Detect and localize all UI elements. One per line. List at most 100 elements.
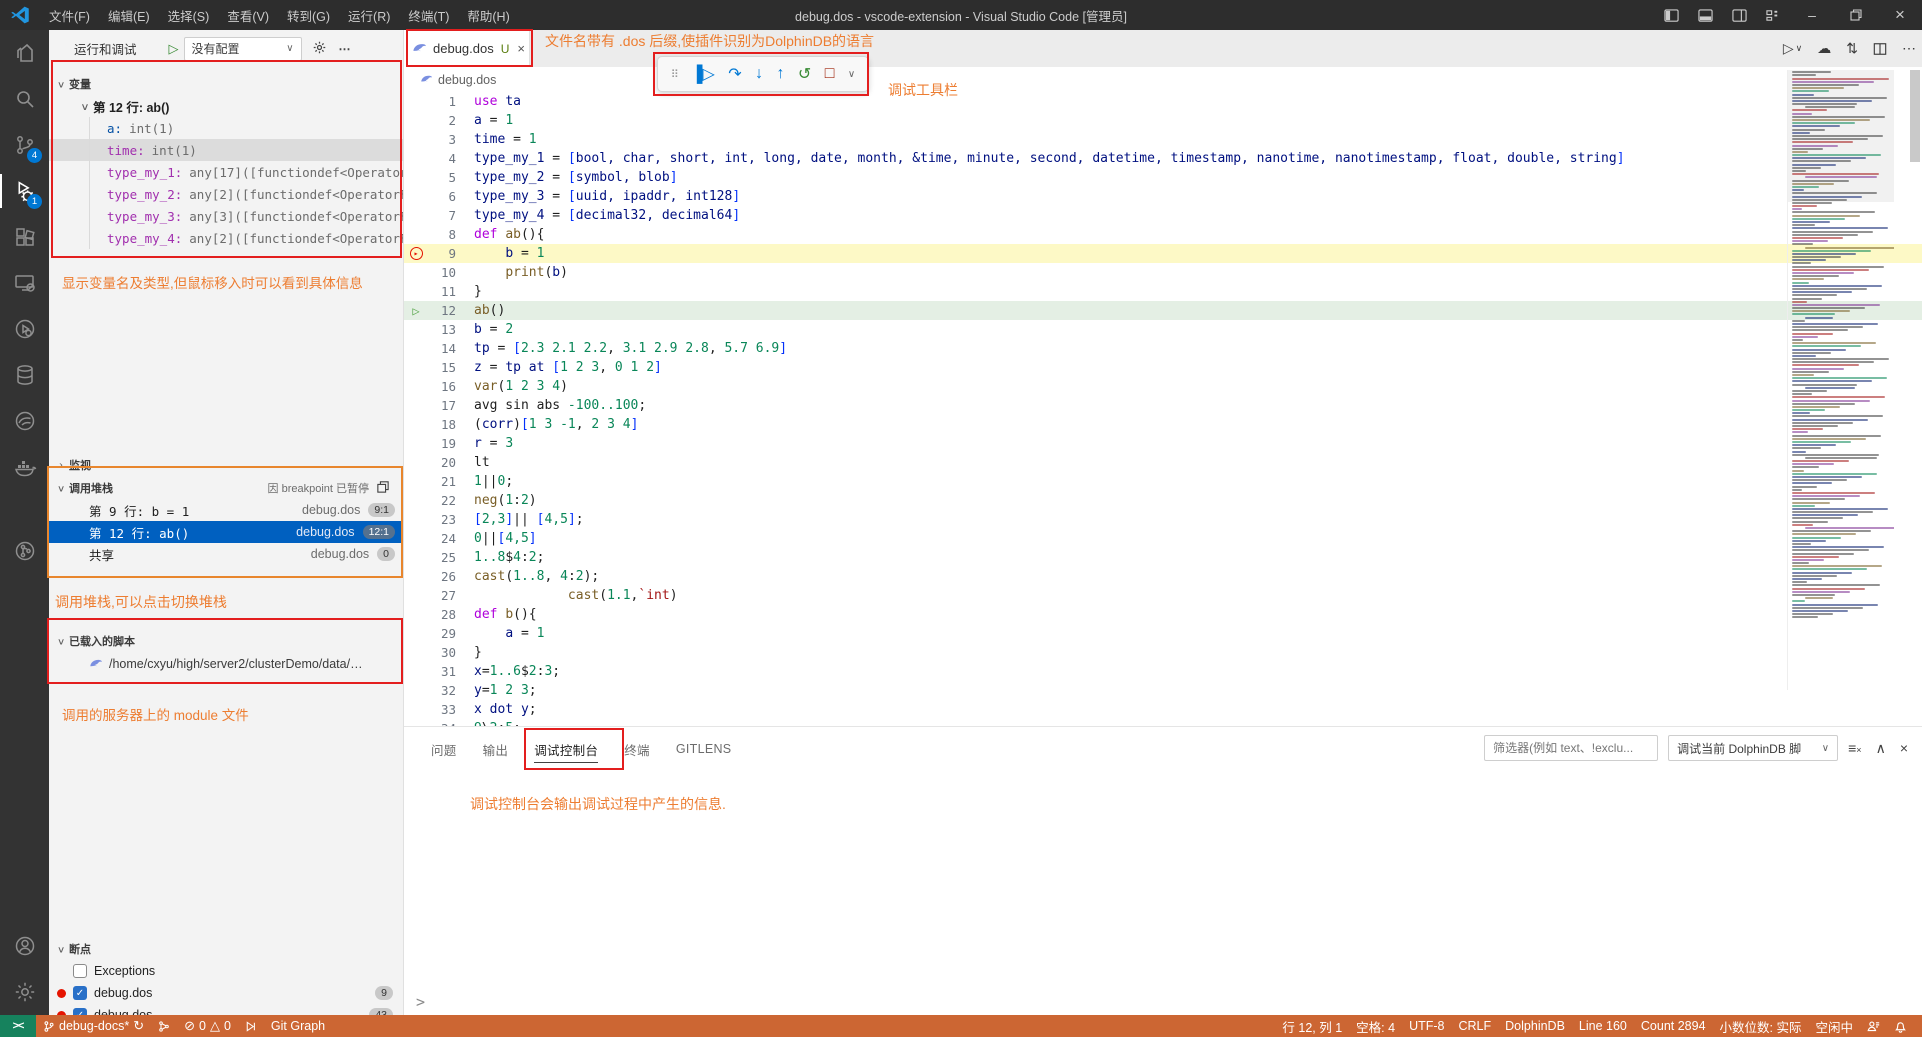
chevron-down-icon[interactable]: ∨: [848, 69, 855, 80]
status-item[interactable]: DolphinDB: [1498, 1015, 1572, 1037]
code-line[interactable]: 20lt: [404, 453, 1922, 472]
more-actions-icon[interactable]: ⋯: [1902, 40, 1916, 57]
code-line[interactable]: 14tp = [2.3 2.1 2.2, 3.1 2.9 2.8, 5.7 6.…: [404, 339, 1922, 358]
copy-callstack-icon[interactable]: [377, 481, 389, 496]
menu-item[interactable]: 文件(F): [40, 2, 99, 29]
feedback-icon[interactable]: [1860, 1015, 1887, 1037]
explorer-icon[interactable]: [0, 30, 49, 76]
code-line[interactable]: 18(corr)[1 3 -1, 2 3 4]: [404, 415, 1922, 434]
close-panel-icon[interactable]: ×: [1900, 740, 1908, 756]
code-line[interactable]: 26cast(1..8, 4:2);: [404, 567, 1922, 586]
menu-item[interactable]: 选择(S): [159, 2, 219, 29]
status-item[interactable]: CRLF: [1452, 1015, 1499, 1037]
panel-tab-GITLENS[interactable]: GITLENS: [663, 727, 745, 771]
code-line[interactable]: 349\2:5;: [404, 719, 1922, 726]
code-line[interactable]: 29 a = 1: [404, 624, 1922, 643]
code-line[interactable]: 5type_my_2 = [symbol, blob]: [404, 168, 1922, 187]
menu-item[interactable]: 运行(R): [339, 2, 399, 29]
run-debug-icon[interactable]: 1: [0, 168, 49, 214]
status-item[interactable]: 小数位数: 实际: [1713, 1015, 1809, 1037]
status-item[interactable]: 行 12, 列 1: [1275, 1015, 1349, 1037]
watch-section-header[interactable]: › 监视: [49, 454, 403, 476]
debug-settings-gear-icon[interactable]: [312, 40, 327, 58]
code-line[interactable]: 23[2,3]|| [4,5];: [404, 510, 1922, 529]
more-actions-icon[interactable]: ⋯: [339, 42, 352, 56]
stack-frame-row[interactable]: 第 12 行: ab()debug.dos12:1: [49, 521, 403, 543]
debug-console-prompt[interactable]: >: [416, 993, 425, 1011]
menu-item[interactable]: 终端(T): [399, 2, 458, 29]
code-line[interactable]: 22neg(1:2): [404, 491, 1922, 510]
notifications-bell-icon[interactable]: [1887, 1015, 1914, 1037]
panel-tab-终端[interactable]: 终端: [611, 727, 663, 771]
code-line[interactable]: ▷12ab(): [404, 301, 1922, 320]
toggle-panel-icon[interactable]: [1688, 0, 1722, 30]
variable-row[interactable]: type_my_4:any[2]([functiondef<OperatorFu…: [49, 227, 403, 249]
console-filter-input[interactable]: [1484, 735, 1658, 761]
close-button[interactable]: ×: [1878, 0, 1922, 30]
callstack-section-header[interactable]: ∨ 调用堆栈 因 breakpoint 已暂停: [49, 477, 403, 499]
loaded-scripts-section-header[interactable]: ∨ 已载入的脚本: [49, 630, 403, 652]
clear-console-icon[interactable]: ≡×: [1848, 740, 1861, 756]
remote-indicator[interactable]: ><: [0, 1015, 36, 1037]
status-item[interactable]: 空闲中: [1808, 1015, 1860, 1037]
run-file-icon[interactable]: ▷∨: [1783, 40, 1802, 57]
code-line[interactable]: 13b = 2: [404, 320, 1922, 339]
breakpoint-hit-icon[interactable]: ▸: [410, 247, 423, 260]
breadcrumb[interactable]: debug.dos: [404, 67, 1922, 92]
split-editor-icon[interactable]: [1873, 42, 1887, 56]
close-tab-icon[interactable]: ×: [517, 41, 525, 56]
status-item[interactable]: Count 2894: [1634, 1015, 1713, 1037]
accounts-icon[interactable]: [0, 923, 49, 969]
console-scope-dropdown[interactable]: 调试当前 DolphinDB 脚 ∨: [1668, 735, 1838, 761]
status-item[interactable]: UTF-8: [1402, 1015, 1451, 1037]
code-line[interactable]: 27 cast(1.1,`int): [404, 586, 1922, 605]
variable-row[interactable]: type_my_1:any[17]([functiondef<OperatorF…: [49, 161, 403, 183]
panel-tab-调试控制台[interactable]: 调试控制台: [521, 727, 611, 771]
debug-config-dropdown[interactable]: 没有配置 ∨: [184, 37, 302, 61]
customize-layout-icon[interactable]: [1756, 0, 1790, 30]
maximize-panel-icon[interactable]: ∧: [1876, 740, 1886, 757]
code-line[interactable]: 240||[4,5]: [404, 529, 1922, 548]
code-line[interactable]: 32y=1 2 3;: [404, 681, 1922, 700]
step-out-button[interactable]: ↑: [777, 65, 785, 83]
problems-item[interactable]: ⊘ 0 △ 0: [177, 1015, 238, 1037]
code-line[interactable]: 15z = tp at [1 2 3, 0 1 2]: [404, 358, 1922, 377]
code-line[interactable]: 1use ta: [404, 92, 1922, 111]
source-control-icon[interactable]: 4: [0, 122, 49, 168]
code-line[interactable]: 3time = 1: [404, 130, 1922, 149]
extensions-icon[interactable]: [0, 214, 49, 260]
remote-explorer-icon[interactable]: [0, 260, 49, 306]
launch-item[interactable]: [238, 1015, 264, 1037]
code-line[interactable]: 28def b(){: [404, 605, 1922, 624]
exceptions-checkbox[interactable]: [73, 964, 87, 978]
status-item[interactable]: 空格: 4: [1349, 1015, 1402, 1037]
test-explorer-icon[interactable]: [0, 306, 49, 352]
code-line[interactable]: 30}: [404, 643, 1922, 662]
variable-row[interactable]: time:int(1): [49, 139, 403, 161]
code-line[interactable]: ▸9 b = 1: [404, 244, 1922, 263]
tab-debug-dos[interactable]: debug.dos U ×: [404, 30, 530, 67]
code-line[interactable]: 11}: [404, 282, 1922, 301]
step-into-button[interactable]: ↓: [755, 65, 763, 83]
code-line[interactable]: 251..8$4:2;: [404, 548, 1922, 567]
code-line[interactable]: 19r = 3: [404, 434, 1922, 453]
menu-item[interactable]: 查看(V): [218, 2, 278, 29]
stack-frame-row[interactable]: 共享debug.dos0: [49, 543, 403, 565]
code-line[interactable]: 16var(1 2 3 4): [404, 377, 1922, 396]
editor-scrollbar[interactable]: [1908, 70, 1922, 690]
code-area[interactable]: 1use ta2a = 13time = 14type_my_1 = [bool…: [404, 92, 1922, 726]
sync-changes-icon[interactable]: ⇅: [1846, 40, 1858, 57]
code-line[interactable]: 4type_my_1 = [bool, char, short, int, lo…: [404, 149, 1922, 168]
menu-item[interactable]: 编辑(E): [99, 2, 159, 29]
settings-gear-icon[interactable]: [0, 969, 49, 1015]
minimize-button[interactable]: –: [1790, 0, 1834, 30]
breakpoints-section-header[interactable]: ∨ 断点: [49, 938, 403, 960]
gutter[interactable]: ▸: [404, 247, 428, 260]
restart-button[interactable]: ↺: [798, 64, 811, 84]
code-line[interactable]: 17avg sin abs -100..100;: [404, 396, 1922, 415]
variable-row[interactable]: a:int(1): [49, 117, 403, 139]
variable-row[interactable]: type_my_3:any[3]([functiondef<OperatorFu…: [49, 205, 403, 227]
variable-row[interactable]: type_my_2:any[2]([functiondef<OperatorFu…: [49, 183, 403, 205]
git-graph-item[interactable]: Git Graph: [264, 1015, 332, 1037]
breakpoint-checkbox[interactable]: ✓: [73, 986, 87, 1000]
